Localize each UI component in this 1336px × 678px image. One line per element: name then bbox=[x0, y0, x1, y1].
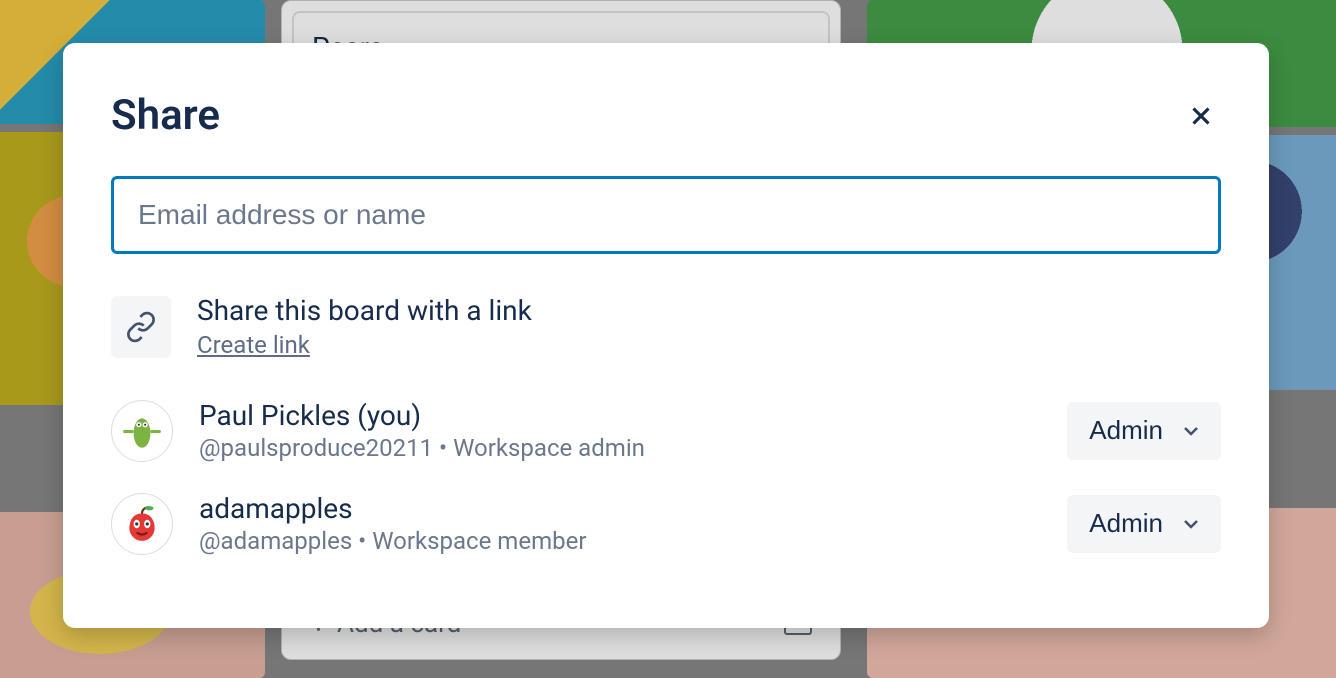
member-subtext: @paulsproduce20211 • Workspace admin bbox=[199, 434, 1041, 462]
member-name: adamapples bbox=[199, 492, 1041, 525]
link-icon-box bbox=[111, 296, 171, 358]
link-icon bbox=[125, 311, 157, 343]
create-link-button[interactable]: Create link bbox=[197, 331, 310, 359]
permission-label: Admin bbox=[1089, 415, 1163, 446]
close-button[interactable] bbox=[1181, 96, 1221, 136]
member-subtext: @adamapples • Workspace member bbox=[199, 527, 1041, 555]
share-modal: Share Share this board with a link Creat… bbox=[63, 43, 1269, 628]
chevron-down-icon bbox=[1179, 512, 1203, 536]
avatar bbox=[111, 400, 173, 462]
avatar bbox=[111, 493, 173, 555]
apple-avatar-icon bbox=[121, 503, 163, 545]
pickle-avatar-icon bbox=[121, 410, 163, 452]
close-icon bbox=[1186, 101, 1216, 131]
member-row: adamapples @adamapples • Workspace membe… bbox=[111, 492, 1221, 555]
chevron-down-icon bbox=[1179, 419, 1203, 443]
share-link-title: Share this board with a link bbox=[197, 294, 532, 327]
permission-label: Admin bbox=[1089, 508, 1163, 539]
modal-title: Share bbox=[111, 91, 220, 140]
member-name: Paul Pickles (you) bbox=[199, 399, 1041, 432]
permission-select[interactable]: Admin bbox=[1067, 402, 1221, 460]
permission-select[interactable]: Admin bbox=[1067, 495, 1221, 553]
share-link-section: Share this board with a link Create link bbox=[111, 294, 1221, 359]
invite-input[interactable] bbox=[111, 176, 1221, 254]
member-row: Paul Pickles (you) @paulsproduce20211 • … bbox=[111, 399, 1221, 462]
